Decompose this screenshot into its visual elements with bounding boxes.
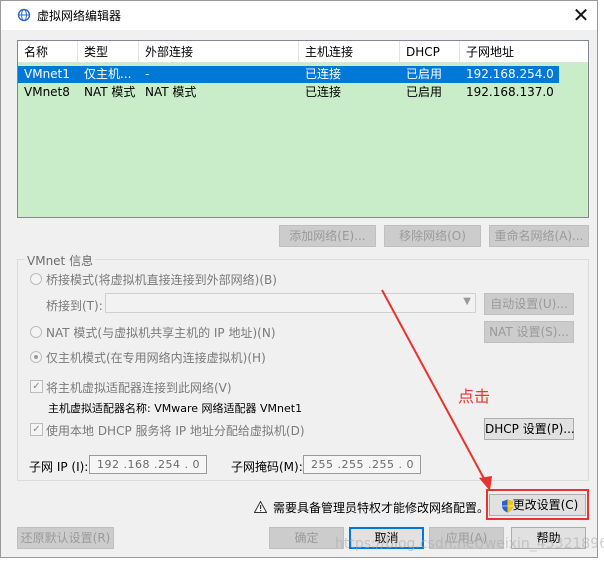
bridged-mode-radio[interactable] [30, 273, 42, 285]
table-header: 名称 类型 外部连接 主机连接 DHCP 子网地址 [18, 41, 588, 63]
vmnet-info-legend: VMnet 信息 [25, 252, 96, 269]
admin-notice: 需要具备管理员特权才能修改网络配置。 [273, 501, 490, 515]
dhcp-checkbox[interactable]: ✓ [30, 423, 43, 436]
column-header-dhcp[interactable]: DHCP [400, 41, 460, 63]
nat-mode-radio[interactable] [30, 326, 42, 338]
cell-dhcp: 已启用 [406, 85, 443, 99]
nat-mode-label: NAT 模式(与虚拟机共享主机的 IP 地址)(N) [46, 326, 276, 340]
cell-host: 已连接 [305, 67, 342, 81]
watermark: https://blog.csdn.net/weixin_45321896 [335, 536, 604, 552]
column-header-subnet[interactable]: 子网地址 [460, 41, 586, 63]
cell-subnet: 192.168.137.0 [466, 85, 554, 99]
bridged-mode-label: 桥接模式(将虚拟机直接连接到外部网络)(B) [46, 273, 277, 287]
cell-name: VMnet8 [24, 85, 70, 99]
adapter-name-label: 主机虚拟适配器名称: VMware 网络适配器 VMnet1 [48, 402, 303, 415]
host-only-radio[interactable] [30, 351, 42, 363]
host-only-label: 仅主机模式(在专用网络内连接虚拟机)(H) [46, 351, 266, 365]
cell-dhcp: 已启用 [406, 67, 443, 81]
window-title: 虚拟网络编辑器 [37, 9, 122, 23]
annotation-label: 点击 [458, 387, 491, 406]
add-network-button[interactable]: 添加网络(E)... [279, 225, 376, 247]
remove-network-button[interactable]: 移除网络(O) [384, 225, 481, 247]
subnet-ip-label: 子网 IP (I): [29, 460, 89, 474]
column-header-type[interactable]: 类型 [78, 41, 139, 63]
annotation-highlight-box [486, 489, 589, 520]
table-row-vmnet1[interactable]: VMnet1 仅主机... - 已连接 已启用 192.168.254.0 [18, 66, 559, 83]
cell-type: NAT 模式 [84, 85, 136, 99]
connect-adapter-label: 将主机虚拟适配器连接到此网络(V) [46, 381, 232, 395]
cell-subnet: 192.168.254.0 [466, 67, 554, 81]
column-header-host[interactable]: 主机连接 [299, 41, 400, 63]
bridge-to-label: 桥接到(T): [46, 299, 103, 313]
ok-button[interactable]: 确定 [269, 527, 344, 549]
vmware-network-icon [17, 8, 31, 22]
column-header-name[interactable]: 名称 [18, 41, 78, 63]
connect-adapter-checkbox[interactable]: ✓ [30, 380, 43, 393]
cell-type: 仅主机... [84, 67, 132, 81]
warning-icon [254, 501, 267, 513]
network-table[interactable]: 名称 类型 外部连接 主机连接 DHCP 子网地址 VMnet1 仅主机... … [17, 40, 589, 218]
dhcp-label: 使用本地 DHCP 服务将 IP 地址分配给虚拟机(D) [46, 424, 305, 438]
restore-defaults-button[interactable]: 还原默认设置(R) [17, 527, 114, 549]
subnet-ip-field[interactable]: 192 .168 .254 . 0 [89, 455, 207, 474]
subnet-mask-label: 子网掩码(M): [231, 460, 303, 474]
cell-external: NAT 模式 [145, 85, 197, 99]
rename-network-button[interactable]: 重命名网络(A)... [489, 225, 589, 247]
cell-host: 已连接 [305, 85, 342, 99]
cell-name: VMnet1 [24, 67, 70, 81]
cell-external: - [145, 67, 150, 81]
table-row-vmnet8[interactable]: VMnet8 NAT 模式 NAT 模式 已连接 已启用 192.168.137… [18, 84, 559, 101]
close-icon[interactable]: ✕ [568, 2, 594, 28]
column-header-external[interactable]: 外部连接 [139, 41, 299, 63]
